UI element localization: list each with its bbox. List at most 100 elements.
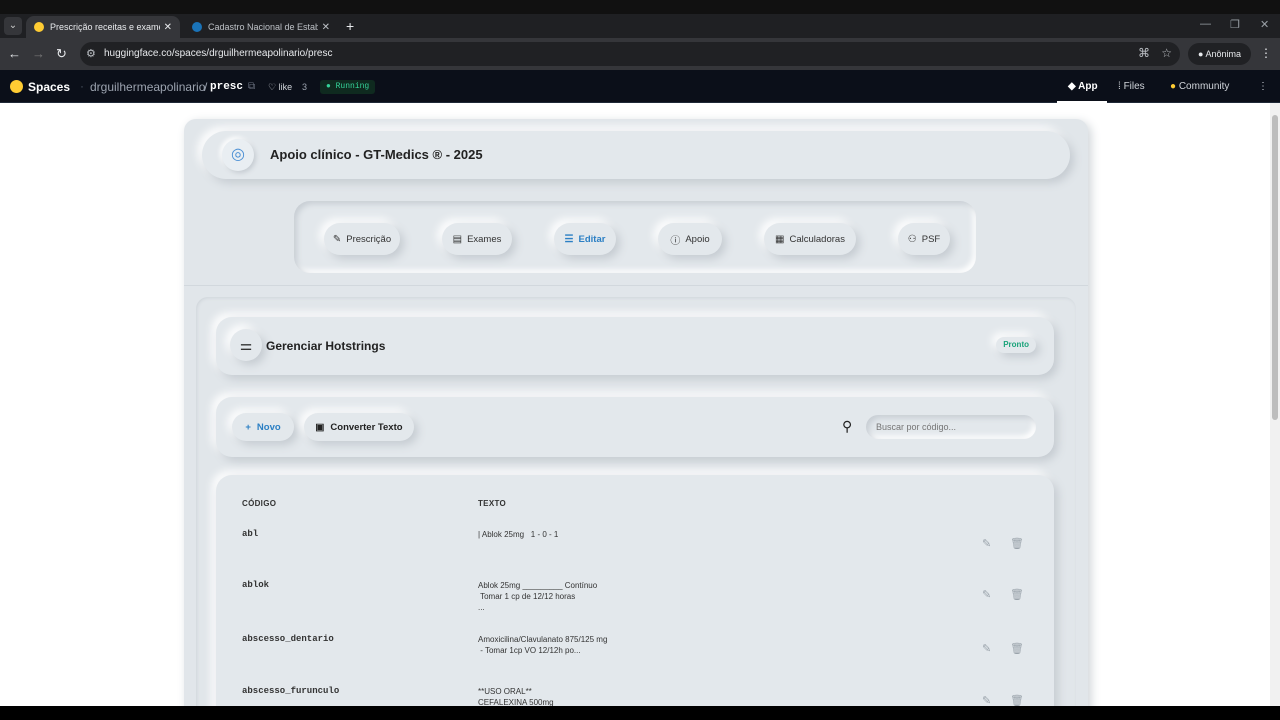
convert-icon: ▣ xyxy=(315,421,325,433)
reload-icon[interactable]: ↻ xyxy=(56,46,67,62)
url-text[interactable]: huggingface.co/spaces/drguilhermeapolina… xyxy=(104,48,332,59)
status-text: Running xyxy=(335,82,370,91)
group-icon: ⚇ xyxy=(907,233,917,245)
tab-title: Prescrição receitas e exames - u xyxy=(50,22,160,32)
tab-cadastro[interactable]: Cadastro Nacional de Estabelec ✕ xyxy=(184,16,338,38)
nav-app-label: App xyxy=(1078,81,1098,92)
app-page: ◎ Apoio clínico - GT-Medics ® - 2025 ✎ Pr… xyxy=(0,103,1280,706)
tab-editar[interactable]: ☰ Editar xyxy=(554,223,616,255)
edit-icon[interactable]: ✎ xyxy=(982,642,991,655)
tab-psf[interactable]: ⚇ PSF xyxy=(898,223,950,255)
hf-header: Spaces · drguilhermeapolinario / presc ⧉… xyxy=(0,70,1280,103)
forward-icon[interactable]: → xyxy=(32,46,45,61)
more-icon[interactable]: ⋮ xyxy=(1258,81,1268,92)
path-slash: / xyxy=(204,80,208,94)
huggingface-favicon-icon xyxy=(34,22,44,32)
status-badge: Pronto xyxy=(996,337,1036,353)
translate-icon[interactable]: ⌘ xyxy=(1138,46,1150,60)
page-title: Apoio clínico - GT-Medics ® - 2025 xyxy=(270,147,483,162)
profile-label: Anônima xyxy=(1205,49,1241,59)
row-text: Amoxicilina/Clavulanato 875/125 mg - Tom… xyxy=(478,635,608,655)
nav-app[interactable]: ◆ App xyxy=(1068,81,1098,92)
row-text: | Ablok 25mg 1 - 0 - 1 xyxy=(478,530,559,539)
page-scrollbar[interactable] xyxy=(1270,103,1280,706)
new-tab-icon[interactable]: + xyxy=(346,18,354,34)
row-text: **USO ORAL** CEFALEXINA 500mg xyxy=(478,687,554,706)
back-icon[interactable]: ← xyxy=(8,46,21,61)
minimize-icon[interactable]: — xyxy=(1200,18,1211,30)
trash-icon[interactable]: 🗑 xyxy=(1010,588,1024,601)
site-info-icon[interactable]: ⚙ xyxy=(86,47,96,60)
search-icon[interactable]: ⚲ xyxy=(842,418,852,435)
running-badge: ● Running xyxy=(320,80,376,94)
restore-icon[interactable]: ❐ xyxy=(1230,18,1240,31)
new-label: Novo xyxy=(256,421,281,433)
hf-logo-icon[interactable] xyxy=(10,80,23,93)
plus-icon: + xyxy=(245,421,251,433)
new-button[interactable]: + Novo xyxy=(232,413,294,441)
repo-link[interactable]: presc xyxy=(210,81,243,93)
nav-community-label: Community xyxy=(1178,81,1230,92)
divider xyxy=(184,285,1088,286)
trash-icon[interactable]: 🗑 xyxy=(1010,694,1024,706)
search-input[interactable] xyxy=(866,415,1036,439)
tab-exames[interactable]: ▤ Exames xyxy=(442,223,512,255)
app-header: ◎ Apoio clínico - GT-Medics ® - 2025 xyxy=(202,131,1070,179)
info-icon: ⓘ xyxy=(670,235,681,247)
calculator-icon: ▦ xyxy=(775,233,785,245)
tab-calculadoras[interactable]: ▦ Calculadoras xyxy=(764,223,856,255)
nav-files-label: Files xyxy=(1123,81,1145,92)
nav-label: Apoio xyxy=(685,233,710,245)
section-title: Gerenciar Hotstrings xyxy=(266,339,386,353)
address-bar: ← → ↻ ⚙ huggingface.co/spaces/drguilherm… xyxy=(0,38,1280,70)
trash-icon[interactable]: 🗑 xyxy=(1010,537,1024,550)
document-icon: ▤ xyxy=(452,233,463,245)
nav-files[interactable]: ⁞ Files xyxy=(1118,81,1145,92)
copy-icon[interactable]: ⧉ xyxy=(248,81,255,92)
toolbar: + Novo ▣ Converter Texto ⚲ xyxy=(216,397,1054,457)
main-nav: ✎ Prescrição ▤ Exames ☰ Editar ⓘ Apoio ▦ Calc… xyxy=(294,201,976,273)
trash-icon[interactable]: 🗑 xyxy=(1010,642,1024,655)
tab-apoio[interactable]: ⓘ Apoio xyxy=(658,223,722,255)
close-window-icon[interactable]: ✕ xyxy=(1260,18,1269,31)
site-favicon-icon xyxy=(192,22,202,32)
column-header-text: TEXTO xyxy=(478,499,507,508)
pen-icon: ✎ xyxy=(332,233,342,245)
browser-menu-icon[interactable]: ⋮ xyxy=(1260,46,1272,60)
like-button[interactable]: ♡ like xyxy=(268,82,292,93)
owner-link[interactable]: drguilhermeapolinario xyxy=(90,80,205,94)
edit-icon[interactable]: ✎ xyxy=(982,694,991,706)
close-tab-icon[interactable]: ✕ xyxy=(164,22,172,33)
tab-prescricao[interactable]: Prescrição receitas e exames - u ✕ xyxy=(26,16,180,38)
convert-text-button[interactable]: ▣ Converter Texto xyxy=(304,413,414,441)
incognito-profile[interactable]: ● Anônima xyxy=(1188,43,1251,65)
row-code: ablok xyxy=(242,580,270,590)
section-header: ⚌ Gerenciar Hotstrings Pronto xyxy=(216,317,1054,375)
row-code: abl xyxy=(242,529,259,539)
brain-icon: ◎ xyxy=(222,139,254,171)
column-header-code: CÓDIGO xyxy=(242,499,277,508)
tab-title: Cadastro Nacional de Estabelec xyxy=(208,22,318,32)
tab-strip: ⌄ Prescrição receitas e exames - u ✕ Cad… xyxy=(0,14,1280,38)
separator: · xyxy=(80,79,84,93)
like-label: like xyxy=(278,82,293,92)
spaces-link[interactable]: Spaces xyxy=(28,80,70,94)
tab-prescricao-nav[interactable]: ✎ Prescrição xyxy=(324,223,400,255)
scrollbar-thumb[interactable] xyxy=(1272,115,1278,420)
nav-label: PSF xyxy=(921,233,941,245)
edit-icon[interactable]: ✎ xyxy=(982,537,991,550)
like-count: 3 xyxy=(302,82,308,92)
sliders-icon: ☰ xyxy=(564,233,574,245)
nav-label: Exames xyxy=(467,233,502,245)
edit-icon[interactable]: ✎ xyxy=(982,588,991,601)
url-field[interactable]: ⚙ huggingface.co/spaces/drguilhermeapoli… xyxy=(80,42,1180,66)
editor-panel: ⚌ Gerenciar Hotstrings Pronto + Novo ▣ Con… xyxy=(196,297,1076,706)
nav-community[interactable]: ● Community xyxy=(1170,81,1229,92)
convert-label: Converter Texto xyxy=(330,421,403,433)
bookmark-star-icon[interactable]: ☆ xyxy=(1161,46,1172,60)
app-container: ◎ Apoio clínico - GT-Medics ® - 2025 ✎ Pr… xyxy=(184,119,1088,706)
hotstrings-table: CÓDIGO TEXTO abl | Ablok 25mg 1 - 0 - 1 … xyxy=(216,475,1054,706)
close-tab-icon[interactable]: ✕ xyxy=(322,22,330,33)
nav-label: Editar xyxy=(578,233,606,245)
tab-search-icon[interactable]: ⌄ xyxy=(4,17,22,35)
